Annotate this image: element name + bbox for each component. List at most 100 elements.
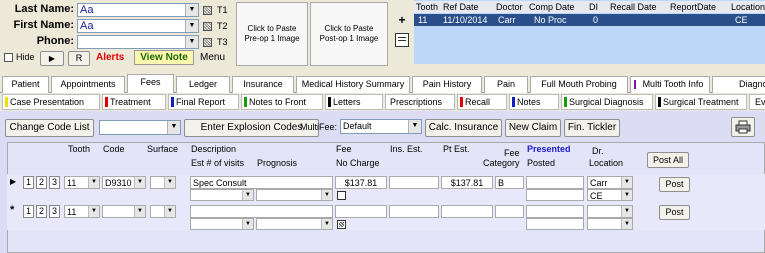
chevron-down-icon[interactable]: ▼: [408, 120, 421, 133]
chevron-down-icon[interactable]: ▼: [321, 190, 332, 200]
t1-toggle[interactable]: T1: [203, 5, 233, 17]
alerts-link[interactable]: Alerts: [96, 52, 124, 63]
row-selector-icon[interactable]: ▶: [10, 177, 16, 186]
cat-tab-final-report[interactable]: Final Report: [168, 94, 239, 110]
chevron-down-icon[interactable]: ▼: [134, 177, 145, 188]
row-num-box[interactable]: 2: [36, 205, 47, 218]
chevron-down-icon[interactable]: ▼: [164, 206, 175, 217]
tab-ledger[interactable]: Ledger: [176, 76, 230, 93]
ins-est-field[interactable]: [389, 205, 439, 218]
presented-field[interactable]: [526, 205, 584, 218]
new-claim-button[interactable]: New Claim: [505, 119, 561, 137]
cat-tab-ev[interactable]: Ev: [749, 94, 765, 110]
fee-field[interactable]: [335, 205, 387, 218]
tooth-select[interactable]: 11 ▼: [64, 205, 100, 218]
change-code-list-button[interactable]: Change Code List: [5, 119, 94, 137]
tab-pain-history[interactable]: Pain History: [412, 76, 482, 93]
description-field[interactable]: Spec Consult: [190, 176, 333, 189]
chevron-down-icon[interactable]: ▼: [621, 206, 632, 217]
chevron-down-icon[interactable]: ▼: [242, 219, 253, 229]
chevron-down-icon[interactable]: ▼: [185, 20, 198, 32]
tab-pain[interactable]: Pain: [484, 76, 528, 93]
chevron-down-icon[interactable]: ▼: [621, 177, 632, 188]
tooth-select[interactable]: 11 ▼: [64, 176, 100, 189]
fee-category-field[interactable]: B: [495, 176, 524, 189]
r-button[interactable]: R: [68, 51, 90, 66]
post-button[interactable]: Post: [659, 177, 690, 192]
chevron-down-icon[interactable]: ▼: [321, 219, 332, 229]
row-num-box[interactable]: 3: [49, 205, 60, 218]
post-button[interactable]: Post: [659, 205, 690, 220]
row-num-box[interactable]: 1: [23, 205, 34, 218]
cat-tab-prescriptions[interactable]: Prescriptions: [385, 94, 455, 110]
last-name-field[interactable]: Aa ▼: [77, 3, 199, 17]
surface-select[interactable]: ▼: [150, 176, 176, 189]
chevron-down-icon[interactable]: ▼: [164, 177, 175, 188]
chevron-down-icon[interactable]: ▼: [185, 36, 198, 48]
no-charge-checkbox[interactable]: [337, 220, 346, 229]
chevron-down-icon[interactable]: ▼: [88, 206, 99, 217]
hide-checkbox[interactable]: [4, 53, 13, 62]
ins-est-field[interactable]: [389, 176, 439, 189]
posted-field[interactable]: [526, 189, 584, 201]
tab-full-mouth-probing[interactable]: Full Mouth Probing: [530, 76, 628, 93]
chevron-down-icon[interactable]: ▼: [185, 4, 198, 16]
prognosis-select[interactable]: ▼: [256, 218, 333, 230]
dr-select[interactable]: ▼: [587, 205, 633, 218]
pt-est-field[interactable]: [441, 205, 493, 218]
chevron-down-icon[interactable]: ▼: [242, 190, 253, 200]
presented-field[interactable]: [526, 176, 584, 189]
code-select[interactable]: ▼: [102, 205, 146, 218]
print-button[interactable]: [731, 117, 755, 137]
cat-tab-treatment[interactable]: Treatment: [102, 94, 166, 110]
t2-toggle[interactable]: T2: [203, 21, 233, 33]
cat-tab-notes-to-front[interactable]: Notes to Front: [241, 94, 323, 110]
prognosis-select[interactable]: ▼: [256, 189, 333, 201]
chevron-down-icon[interactable]: ▼: [621, 190, 632, 200]
tab-appointments[interactable]: Appointments: [51, 76, 125, 93]
tab-medical-history-summary[interactable]: Medical History Summary: [296, 76, 410, 93]
calc-insurance-button[interactable]: Calc. Insurance: [425, 119, 502, 137]
chevron-down-icon[interactable]: ▼: [621, 219, 632, 229]
pt-est-field[interactable]: $137.81: [441, 176, 493, 189]
est-visits-select[interactable]: ▼: [190, 189, 254, 201]
chevron-down-icon[interactable]: ▼: [134, 206, 145, 217]
phone-field[interactable]: ▼: [77, 35, 199, 49]
add-icon[interactable]: +: [394, 13, 410, 29]
t3-toggle[interactable]: T3: [203, 37, 233, 49]
description-field[interactable]: [190, 205, 333, 218]
play-button[interactable]: ▶: [40, 51, 64, 66]
chevron-down-icon[interactable]: ▼: [167, 121, 180, 134]
surface-select[interactable]: ▼: [150, 205, 176, 218]
cat-tab-case-presentation[interactable]: Case Presentation: [2, 94, 100, 110]
paste-postop-image[interactable]: Click to Paste Post-op 1 Image: [310, 2, 388, 66]
row-num-box[interactable]: 1: [23, 176, 34, 189]
posted-field[interactable]: [526, 218, 584, 230]
chevron-down-icon[interactable]: ▼: [88, 177, 99, 188]
paste-preop-image[interactable]: Click to Paste Pre-op 1 Image: [236, 2, 308, 66]
code-list-select[interactable]: ▼: [99, 120, 181, 135]
cat-tab-letters[interactable]: Letters: [325, 94, 383, 110]
multifee-select[interactable]: Default ▼: [340, 119, 422, 134]
enter-explosion-codes-button[interactable]: Enter Explosion Codes: [184, 119, 319, 137]
est-visits-select[interactable]: ▼: [190, 218, 254, 230]
cat-tab-surgical-diagnosis[interactable]: Surgical Diagnosis: [561, 94, 653, 110]
first-name-field[interactable]: Aa ▼: [77, 19, 199, 33]
fee-category-field[interactable]: [495, 205, 524, 218]
location-select[interactable]: CE ▼: [587, 189, 633, 201]
dr-select[interactable]: Carr ▼: [587, 176, 633, 189]
fin-tickler-button[interactable]: Fin. Tickler: [564, 119, 620, 137]
history-row[interactable]: 11 11/10/2014 Carr No Proc 0 CE: [414, 14, 765, 26]
fee-field[interactable]: $137.81: [335, 176, 387, 189]
note-edit-icon[interactable]: [395, 33, 409, 47]
no-charge-checkbox[interactable]: [337, 191, 346, 200]
cat-tab-notes[interactable]: Notes: [509, 94, 559, 110]
tab-insurance[interactable]: Insurance: [232, 76, 294, 93]
tab-fees[interactable]: Fees: [127, 74, 174, 93]
row-num-box[interactable]: 2: [36, 176, 47, 189]
view-note-button[interactable]: View Note: [134, 50, 194, 65]
post-all-button[interactable]: Post All: [647, 152, 689, 168]
menu-button[interactable]: Menu: [200, 52, 225, 63]
row-num-box[interactable]: 3: [49, 176, 60, 189]
cat-tab-surgical-treatment[interactable]: Surgical Treatment: [655, 94, 747, 110]
